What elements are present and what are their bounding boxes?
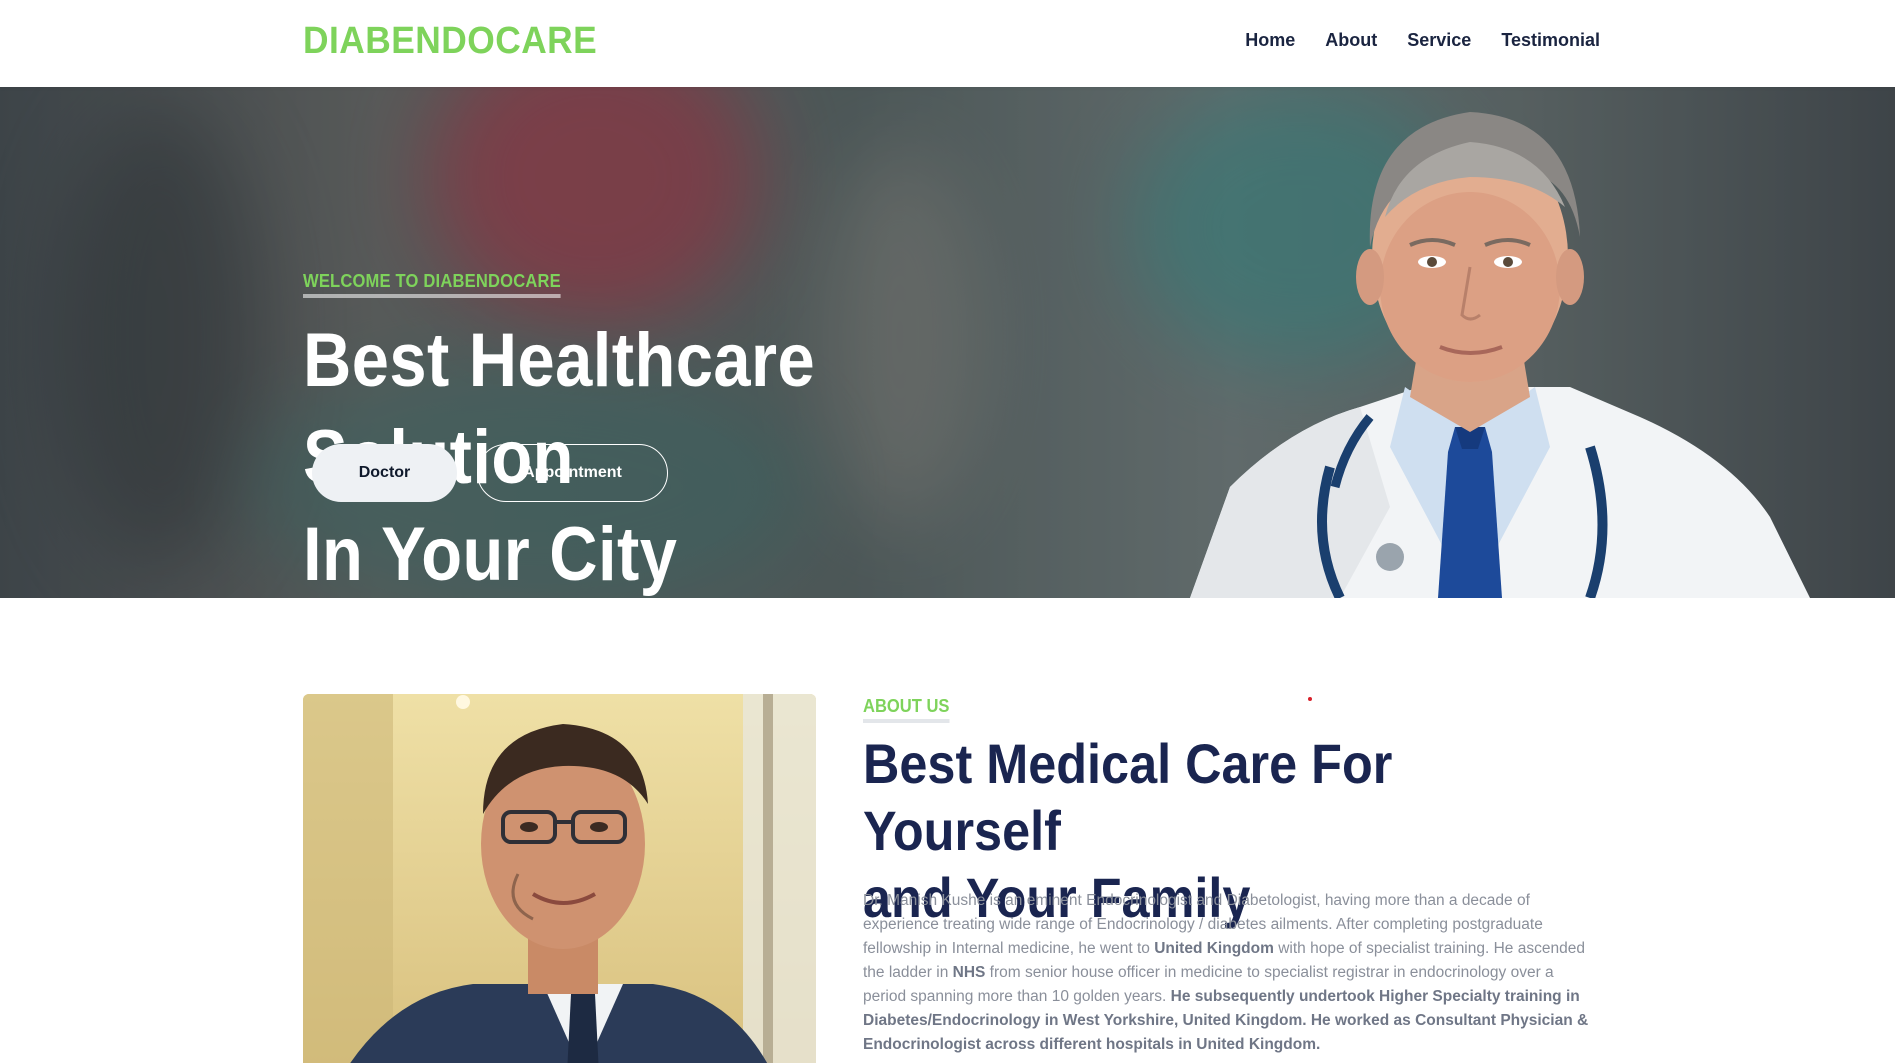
nav-link-service[interactable]: Service — [1407, 30, 1471, 51]
nav-link-about[interactable]: About — [1325, 30, 1377, 51]
hero-section: WELCOME TO DIABENDOCARE Best Healthcare … — [0, 87, 1895, 598]
doctor-portrait-photo — [303, 694, 816, 1063]
about-text-bold2: NHS — [952, 964, 986, 981]
navbar: DIABENDOCARE Home About Service Testimon… — [0, 0, 1895, 87]
doctor-button[interactable]: Doctor — [312, 444, 457, 502]
page: DIABENDOCARE Home About Service Testimon… — [0, 0, 1895, 1063]
about-title-line1: Best Medical Care For Yourself — [863, 732, 1393, 862]
nav-menu: Home About Service Testimonial — [1245, 30, 1600, 51]
nav-link-testimonial[interactable]: Testimonial — [1501, 30, 1600, 51]
hero-eyebrow: WELCOME TO DIABENDOCARE — [303, 271, 561, 298]
nav-link-home[interactable]: Home — [1245, 30, 1295, 51]
doctor-hero-image — [1190, 112, 1810, 598]
about-description: Dr. Manish Kushe is an eminent Endocrino… — [863, 889, 1593, 1057]
decorative-dot — [1308, 697, 1312, 701]
appointment-button[interactable]: Appointment — [477, 444, 668, 502]
hero-title-line2: In Your City — [303, 512, 678, 597]
about-text-bold1: United Kingdom — [1154, 940, 1274, 957]
about-eyebrow: ABOUT US — [863, 696, 950, 723]
brand-logo[interactable]: DIABENDOCARE — [303, 20, 597, 63]
